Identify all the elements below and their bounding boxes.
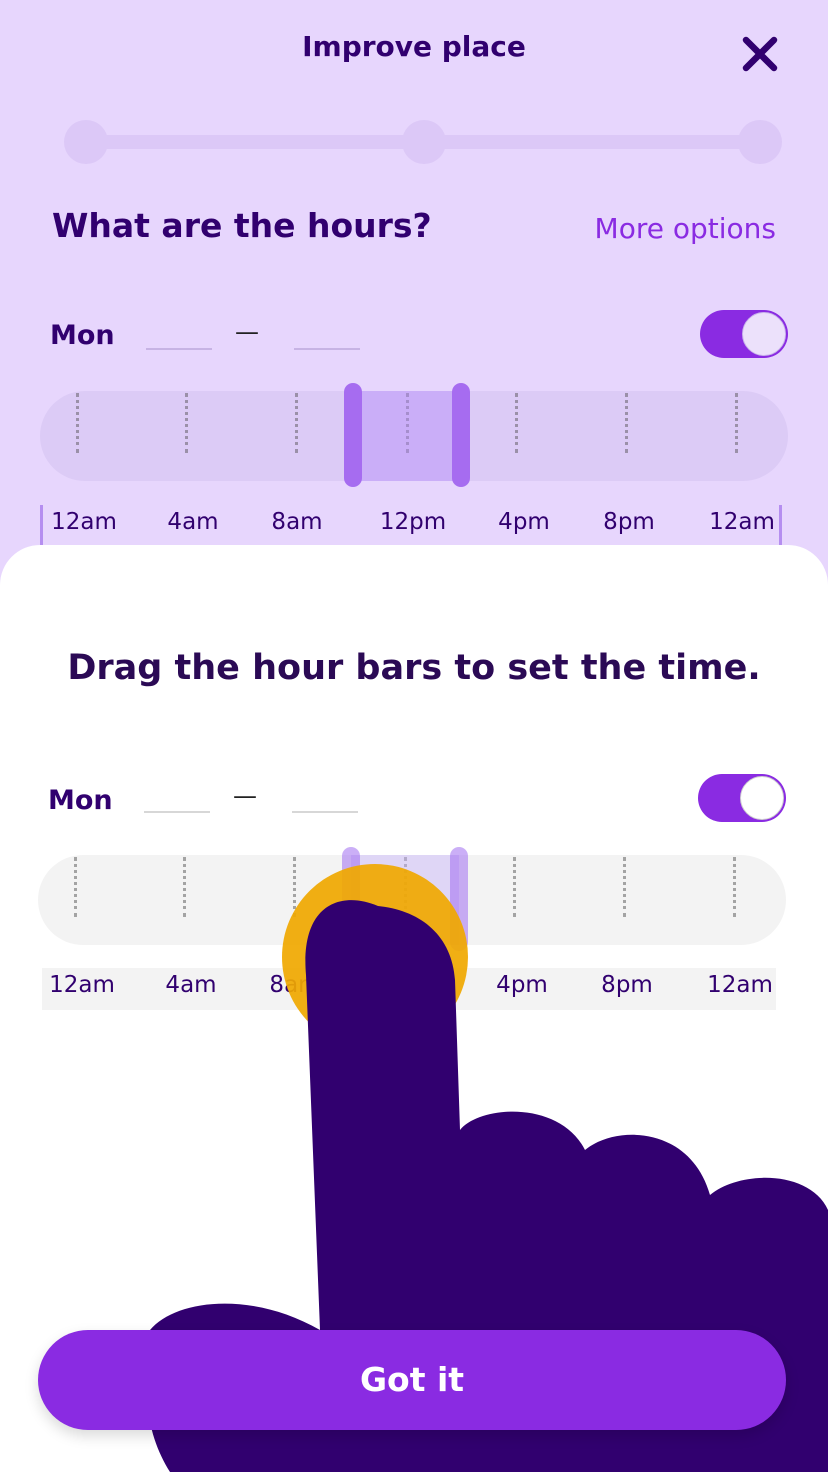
- stepper-dot-2: [402, 120, 446, 164]
- toggle-knob: [742, 312, 786, 356]
- hour-label: 12am: [707, 972, 773, 998]
- hour-tick: [76, 393, 79, 453]
- toggle-knob: [740, 776, 784, 820]
- page-title: Improve place: [302, 30, 526, 63]
- hour-tick: [74, 857, 77, 917]
- hour-label: 4am: [165, 972, 217, 998]
- hour-label: 8pm: [601, 972, 653, 998]
- day-label: Mon: [48, 785, 113, 816]
- stepper-dot-1: [64, 120, 108, 164]
- hour-label: 8pm: [603, 509, 655, 535]
- hour-tick: [295, 393, 298, 453]
- hour-tick: [513, 857, 516, 917]
- hour-tick: [183, 857, 186, 917]
- hour-label: 4am: [167, 509, 219, 535]
- hour-tick: [733, 857, 736, 917]
- time-separator: —: [235, 318, 259, 346]
- hour-tick: [735, 393, 738, 453]
- day-toggle[interactable]: [698, 774, 786, 822]
- improve-place-screen: Improve place What are the hours? More o…: [0, 0, 828, 1472]
- hour-tick: [293, 857, 296, 917]
- hours-question: What are the hours?: [52, 206, 432, 245]
- end-hour-handle[interactable]: [452, 383, 470, 487]
- end-hour-handle[interactable]: [450, 847, 468, 951]
- open-time-field[interactable]: [146, 348, 212, 350]
- got-it-button[interactable]: Got it: [38, 1330, 786, 1430]
- start-hour-handle[interactable]: [344, 383, 362, 487]
- hour-label: 12pm: [379, 509, 447, 535]
- hour-label: 8am: [269, 972, 321, 998]
- more-options-link[interactable]: More options: [595, 212, 776, 245]
- day-toggle[interactable]: [700, 310, 788, 358]
- stepper-dot-3: [738, 120, 782, 164]
- tutorial-instruction: Drag the hour bars to set the time.: [67, 648, 761, 688]
- close-icon: [742, 36, 778, 72]
- hour-label: 8am: [271, 509, 323, 535]
- close-button[interactable]: [734, 28, 786, 80]
- hour-label: 12am: [709, 509, 775, 535]
- open-time-field: [144, 811, 210, 813]
- close-time-field[interactable]: [294, 348, 360, 350]
- start-hour-handle[interactable]: [342, 847, 360, 951]
- time-separator: —: [233, 782, 257, 810]
- selected-hours-range: [351, 855, 459, 945]
- hour-label: 12am: [49, 972, 115, 998]
- progress-stepper: [64, 120, 782, 164]
- close-time-field: [292, 811, 358, 813]
- hour-scale: 12am 4am 8am 12pm 4pm 8pm 12am: [40, 505, 782, 551]
- selected-hours-range: [353, 391, 461, 481]
- hour-label: 4pm: [496, 972, 548, 998]
- hour-tick: [515, 393, 518, 453]
- hour-tick: [625, 393, 628, 453]
- hour-label: 4pm: [498, 509, 550, 535]
- hour-label: 12am: [51, 509, 117, 535]
- hour-label: 12pm: [377, 972, 445, 998]
- hour-scale: 12am 4am 8am 12pm 4pm 8pm 12am: [42, 968, 776, 1010]
- day-label: Mon: [50, 320, 115, 351]
- hour-tick: [623, 857, 626, 917]
- hour-tick: [185, 393, 188, 453]
